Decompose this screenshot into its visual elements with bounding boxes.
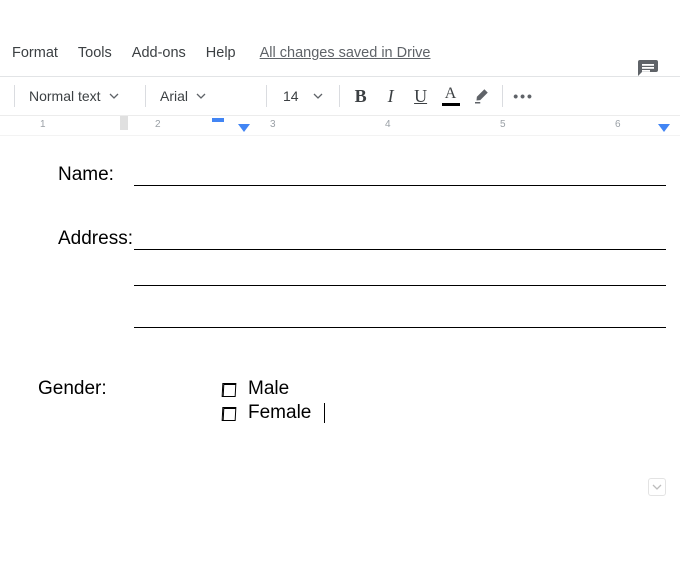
ruler-margin-indicator xyxy=(120,116,128,130)
first-line-indent-marker[interactable] xyxy=(212,118,224,122)
gender-option-male: Male xyxy=(222,378,325,400)
paragraph-style-dropdown[interactable]: Normal text xyxy=(21,82,139,110)
horizontal-ruler[interactable]: 1 2 3 4 5 6 xyxy=(0,116,680,136)
checkbox-icon xyxy=(222,383,237,397)
menubar: Format Tools Add-ons Help All changes sa… xyxy=(0,38,680,68)
underline-button[interactable]: U xyxy=(406,82,436,110)
menu-help[interactable]: Help xyxy=(206,45,236,61)
document-page[interactable]: Name: Address: Gender: Male Female xyxy=(0,136,680,424)
font-family-dropdown[interactable]: Arial xyxy=(152,82,260,110)
gender-label: Gender: xyxy=(14,378,222,400)
chevron-down-icon xyxy=(196,88,206,104)
menu-format[interactable]: Format xyxy=(12,45,58,61)
separator xyxy=(14,85,15,107)
gender-options: Male Female xyxy=(222,378,325,424)
chevron-down-icon xyxy=(313,88,323,104)
left-indent-marker[interactable] xyxy=(238,124,250,132)
font-family-value: Arial xyxy=(160,88,188,104)
font-size-value: 14 xyxy=(283,88,299,104)
italic-button[interactable]: I xyxy=(376,82,406,110)
separator xyxy=(502,85,503,107)
ruler-number: 2 xyxy=(155,119,161,130)
font-size-dropdown[interactable]: 14 xyxy=(273,82,333,110)
name-field-line xyxy=(134,164,666,186)
checkbox-icon xyxy=(222,407,237,421)
text-color-button[interactable]: A xyxy=(436,82,466,110)
ruler-number: 3 xyxy=(270,119,276,130)
separator xyxy=(339,85,340,107)
address-field-line xyxy=(134,228,666,250)
text-color-icon: A xyxy=(442,86,460,106)
right-indent-marker[interactable] xyxy=(658,124,670,132)
chevron-down-icon xyxy=(109,88,119,104)
address-field-line xyxy=(134,266,666,286)
bold-icon: B xyxy=(355,86,367,107)
italic-icon: I xyxy=(388,86,394,107)
comment-icon xyxy=(636,58,660,82)
bold-button[interactable]: B xyxy=(346,82,376,110)
underline-icon: U xyxy=(414,86,427,107)
name-label: Name: xyxy=(14,164,134,186)
separator xyxy=(266,85,267,107)
gender-option-label: Male xyxy=(248,378,289,400)
highlight-icon xyxy=(472,87,490,105)
explore-caret-button[interactable] xyxy=(648,478,666,496)
more-tools-button[interactable]: ••• xyxy=(509,82,539,110)
address-label: Address: xyxy=(14,228,134,250)
paragraph-style-value: Normal text xyxy=(29,88,101,104)
more-icon: ••• xyxy=(513,88,534,104)
ruler-number: 5 xyxy=(500,119,506,130)
gender-option-label: Female xyxy=(248,402,311,424)
ruler-number: 6 xyxy=(615,119,621,130)
chevron-down-icon xyxy=(652,482,662,492)
text-cursor xyxy=(324,403,325,423)
ruler-number: 4 xyxy=(385,119,391,130)
saved-status-link[interactable]: All changes saved in Drive xyxy=(260,45,431,61)
ruler-number: 1 xyxy=(40,119,46,130)
highlight-color-button[interactable] xyxy=(466,82,496,110)
separator xyxy=(145,85,146,107)
toolbar: Normal text Arial 14 B I U A xyxy=(0,77,680,115)
menu-tools[interactable]: Tools xyxy=(78,45,112,61)
gender-option-female: Female xyxy=(222,402,325,424)
open-comments-button[interactable] xyxy=(634,56,662,84)
menu-addons[interactable]: Add-ons xyxy=(132,45,186,61)
address-field-line xyxy=(134,308,666,328)
